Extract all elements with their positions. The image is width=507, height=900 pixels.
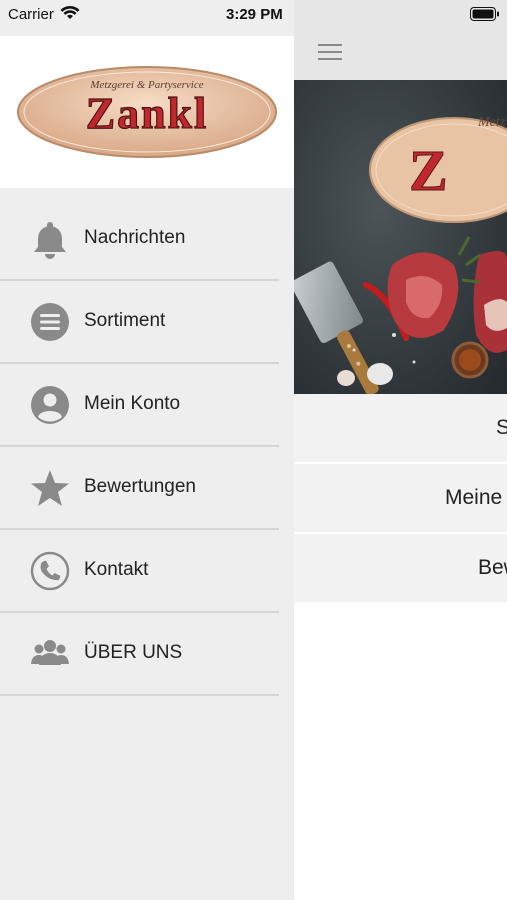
main-row-bewertungen[interactable]: Bew [294, 534, 507, 604]
hero-banner: Metz Z [294, 80, 507, 394]
clock: 3:29 PM [226, 6, 283, 23]
phone-icon [30, 551, 70, 591]
group-icon [31, 640, 69, 665]
menu-item-kontakt[interactable]: Kontakt [0, 530, 279, 613]
menu-item-mein-konto[interactable]: Mein Konto [0, 364, 279, 447]
bell-icon [34, 222, 66, 259]
battery-icon [470, 7, 499, 21]
meat-photo: Metz Z [294, 80, 507, 394]
menu-item-label: ÜBER UNS [84, 642, 183, 663]
drawer-header: Metzgerei & Partyservice Zankl [0, 36, 294, 188]
star-icon [31, 470, 69, 506]
menu-item-label: Sortiment [84, 310, 166, 331]
hamburger-menu-icon[interactable] [318, 44, 342, 62]
menu-item-ueber-uns[interactable]: ÜBER UNS [0, 613, 279, 696]
main-row-mein-konto[interactable]: Meine [294, 464, 507, 534]
menu-item-label: Mein Konto [84, 393, 181, 414]
main-row-label: Bew [478, 556, 507, 579]
menu-item-bewertungen[interactable]: Bewertungen [0, 447, 279, 530]
hero-logo-text: Z [409, 138, 448, 203]
menu-item-label: Bewertungen [84, 476, 196, 497]
menu-item-nachrichten[interactable]: Nachrichten [0, 198, 279, 281]
menu-item-label: Kontakt [84, 559, 149, 580]
wifi-icon [60, 5, 80, 19]
side-drawer: Metzgerei & Partyservice Zankl Nachricht… [0, 0, 294, 900]
main-row-label: Meine [445, 486, 503, 509]
carrier-label: Carrier [8, 6, 54, 23]
logo-name: Zankl [86, 89, 209, 138]
zankl-logo: Metzgerei & Partyservice Zankl [17, 66, 277, 158]
drawer-menu: Nachrichten Sortiment Mein Konto Bewertu… [0, 198, 279, 696]
main-screen: Metz Z Meine Be [294, 0, 507, 900]
menu-item-label: Nachrichten [84, 227, 186, 248]
status-bar: Carrier 3:29 PM [0, 0, 507, 36]
list-icon [31, 303, 69, 341]
main-row-label: S [496, 416, 507, 440]
menu-item-sortiment[interactable]: Sortiment [0, 281, 279, 364]
main-row-sortiment[interactable]: S [294, 394, 507, 464]
main-menu-list: S Meine Bew [294, 394, 507, 604]
svg-text:Metz: Metz [477, 115, 506, 130]
user-icon [31, 386, 69, 424]
